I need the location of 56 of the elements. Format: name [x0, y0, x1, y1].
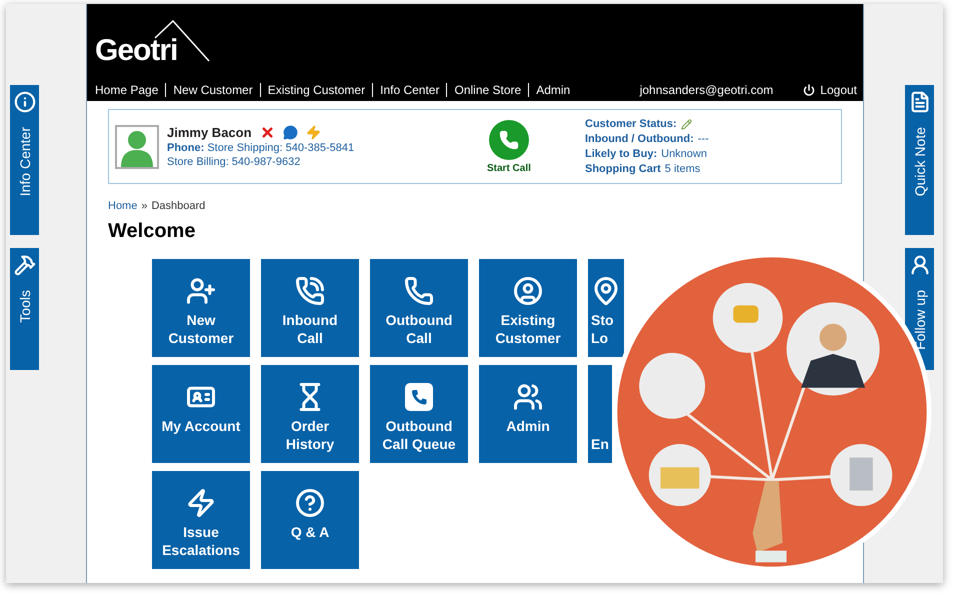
power-icon — [803, 84, 816, 96]
dashboard-tile[interactable]: Issue Escalations — [152, 471, 250, 569]
status-label: Customer Status: — [585, 118, 677, 130]
question-icon — [295, 488, 325, 518]
dashboard-tile[interactable]: Q & A — [261, 471, 359, 569]
avatar-icon — [115, 124, 159, 168]
phone-icon — [498, 130, 519, 150]
customer-name: Jimmy Bacon — [167, 125, 252, 140]
breadcrumb-link[interactable]: Home — [108, 200, 138, 212]
edit-icon[interactable] — [680, 118, 692, 130]
logo: Geotri — [95, 34, 178, 67]
user-email: johnsanders@geotri.com — [640, 83, 774, 97]
dashboard-tile[interactable]: Sto Lo — [588, 259, 624, 357]
dashboard-tile[interactable]: My Account — [152, 365, 250, 463]
nav-link[interactable]: Admin — [528, 83, 578, 97]
dashboard-tile[interactable]: Existing Customer — [479, 259, 577, 357]
status-value: Unknown — [661, 148, 707, 160]
dashboard-tile[interactable]: Outbound Call — [370, 259, 468, 357]
side-tab[interactable]: Info Center — [10, 85, 39, 235]
phone-icon — [404, 276, 434, 306]
breadcrumb-separator: » — [141, 200, 148, 212]
dashboard-tile[interactable]: New Customer — [152, 259, 250, 357]
phone-billing: Store Billing: 540-987-9632 — [167, 156, 302, 168]
lightning-icon — [186, 488, 216, 518]
nav-link[interactable]: New Customer — [165, 83, 260, 97]
nav-link[interactable]: Online Store — [446, 83, 528, 97]
dashboard-tile[interactable]: En — [588, 365, 612, 463]
phone-shipping: Phone: Store Shipping: 540-385-5841 — [167, 142, 356, 154]
phone-square-icon — [404, 382, 434, 412]
user-circle-icon — [513, 276, 543, 306]
page-title: Welcome — [108, 220, 196, 243]
user-icon — [908, 254, 930, 276]
nav-link[interactable]: Home Page — [95, 83, 166, 97]
logout-link[interactable]: Logout — [803, 83, 857, 97]
close-icon[interactable] — [260, 125, 275, 140]
users-icon — [513, 382, 543, 412]
dashboard-tile[interactable]: Admin — [479, 365, 577, 463]
info-icon — [14, 91, 36, 113]
nav-link[interactable]: Info Center — [372, 83, 446, 97]
nav-link[interactable]: Existing Customer — [260, 83, 372, 97]
phone-ringing-icon — [295, 276, 325, 306]
side-tab[interactable]: Quick Note — [905, 85, 934, 235]
side-tab[interactable]: Tools — [10, 248, 39, 370]
chat-icon[interactable] — [282, 125, 298, 140]
status-label: Likely to Buy: — [585, 148, 658, 160]
status-label: Inbound / Outbound: — [585, 133, 694, 145]
dashboard-tile[interactable]: Order History — [261, 365, 359, 463]
breadcrumb-current: Dashboard — [151, 200, 206, 212]
dashboard-tile[interactable]: Outbound Call Queue — [370, 365, 468, 463]
note-icon — [908, 91, 930, 113]
tools-icon — [14, 254, 36, 276]
status-value: --- — [698, 133, 709, 145]
status-label: Shopping Cart — [585, 163, 661, 175]
status-value: 5 items — [664, 163, 700, 175]
dashboard-tile[interactable]: Inbound Call — [261, 259, 359, 357]
user-plus-icon — [186, 276, 216, 306]
